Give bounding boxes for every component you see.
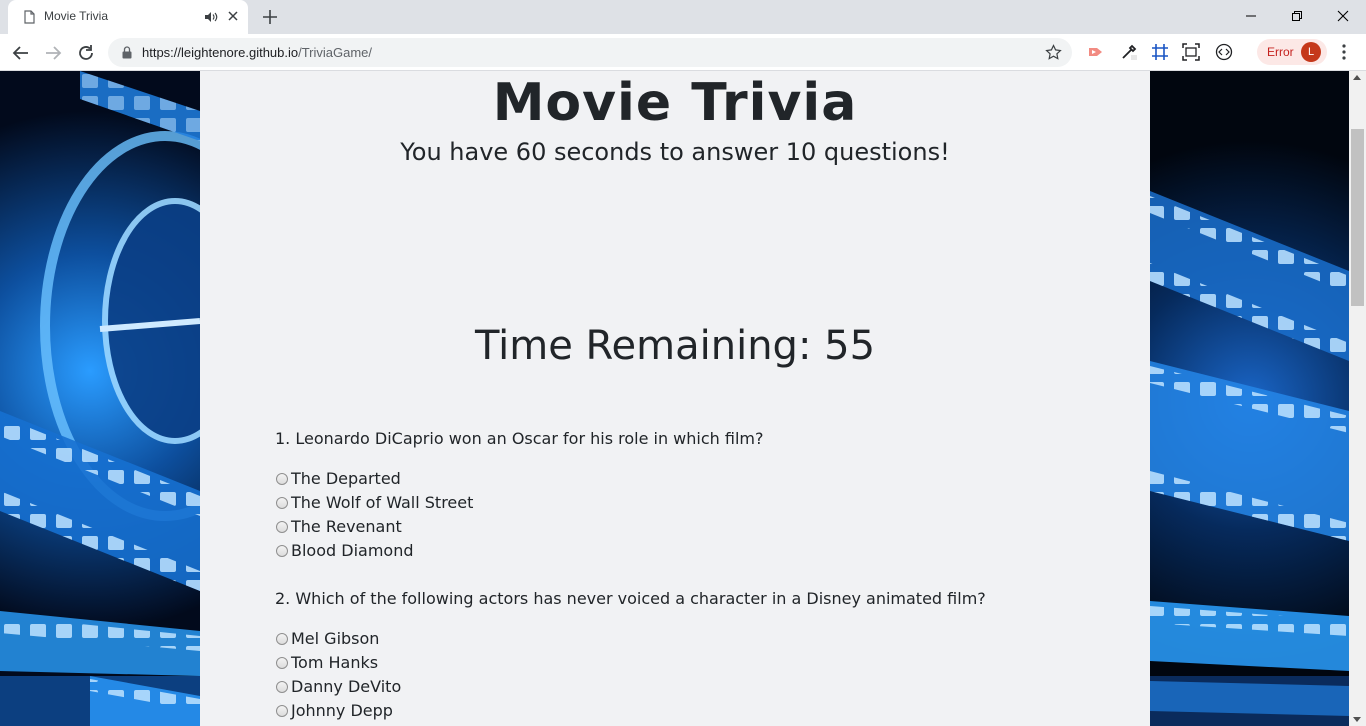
bookmark-star-icon[interactable] xyxy=(1045,44,1062,61)
new-tab-icon[interactable] xyxy=(260,7,280,27)
close-tab-icon[interactable] xyxy=(225,8,241,24)
eyedropper-extension-icon[interactable] xyxy=(1120,43,1138,61)
kebab-menu-icon[interactable] xyxy=(1336,43,1352,61)
radio-button[interactable] xyxy=(276,473,288,485)
radio-button[interactable] xyxy=(276,521,288,533)
tab-title: Movie Trivia xyxy=(44,9,109,23)
radio-button[interactable] xyxy=(276,681,288,693)
scrollbar-thumb[interactable] xyxy=(1351,129,1364,306)
timer-value: 55 xyxy=(824,323,876,369)
minimize-icon xyxy=(1246,15,1256,17)
radio-button[interactable] xyxy=(276,497,288,509)
document-icon xyxy=(24,10,35,24)
subtitle: You have 60 seconds to answer 10 questio… xyxy=(400,138,950,166)
speaker-icon[interactable] xyxy=(204,10,218,24)
url-host: https://leightenore.github.io xyxy=(142,45,299,60)
profile-error-button[interactable]: Error L xyxy=(1257,39,1327,65)
restore-button[interactable] xyxy=(1274,0,1320,32)
radio-button[interactable] xyxy=(276,657,288,669)
lock-icon[interactable] xyxy=(122,46,132,59)
option-label: Blood Diamond xyxy=(291,541,414,560)
page-viewport: Movie Trivia You have 60 seconds to answ… xyxy=(0,71,1349,726)
url-text[interactable]: https://leightenore.github.io/TriviaGame… xyxy=(142,45,372,60)
scroll-up-arrow-icon[interactable] xyxy=(1353,75,1361,80)
radio-button[interactable] xyxy=(276,633,288,645)
option-label: Danny DeVito xyxy=(291,677,402,696)
radio-button[interactable] xyxy=(276,705,288,717)
vertical-scrollbar[interactable] xyxy=(1349,71,1366,726)
timer-label: Time Remaining: xyxy=(474,323,825,369)
browser-titlebar: Movie Trivia xyxy=(0,0,1366,34)
error-label: Error xyxy=(1267,45,1294,59)
screenshot-extension-icon[interactable] xyxy=(1182,43,1200,61)
minimize-button[interactable] xyxy=(1228,0,1274,32)
option-label: Mel Gibson xyxy=(291,629,380,648)
option-label: The Departed xyxy=(291,469,401,488)
question-2: 2. Which of the following actors has nev… xyxy=(275,589,986,608)
option-label: The Wolf of Wall Street xyxy=(291,493,474,512)
address-bar[interactable]: https://leightenore.github.io/TriviaGame… xyxy=(108,38,1072,67)
close-window-button[interactable] xyxy=(1320,0,1366,32)
option-label: Johnny Depp xyxy=(291,701,393,720)
back-icon[interactable] xyxy=(10,42,32,64)
code-extension-icon[interactable] xyxy=(1215,43,1233,61)
avatar: L xyxy=(1301,42,1321,62)
page-title: Movie Trivia xyxy=(492,73,858,133)
forward-icon[interactable] xyxy=(42,42,64,64)
url-path: /TriviaGame/ xyxy=(298,45,373,60)
question-1: 1. Leonardo DiCaprio won an Oscar for hi… xyxy=(275,429,764,448)
option-label: Tom Hanks xyxy=(291,653,379,672)
browser-toolbar: https://leightenore.github.io/TriviaGame… xyxy=(0,34,1366,71)
scroll-down-arrow-icon[interactable] xyxy=(1353,717,1361,722)
timer: Time Remaining: 55 xyxy=(200,323,1150,369)
trivia-panel: Movie Trivia You have 60 seconds to answ… xyxy=(200,71,1150,726)
radio-button[interactable] xyxy=(276,545,288,557)
reload-icon[interactable] xyxy=(75,42,97,64)
close-icon xyxy=(1337,10,1349,22)
cast-extension-icon[interactable] xyxy=(1087,43,1105,61)
ruler-grid-extension-icon[interactable] xyxy=(1151,43,1169,61)
restore-icon xyxy=(1292,11,1302,21)
option-label: The Revenant xyxy=(291,517,402,536)
browser-tab[interactable]: Movie Trivia xyxy=(8,0,248,34)
